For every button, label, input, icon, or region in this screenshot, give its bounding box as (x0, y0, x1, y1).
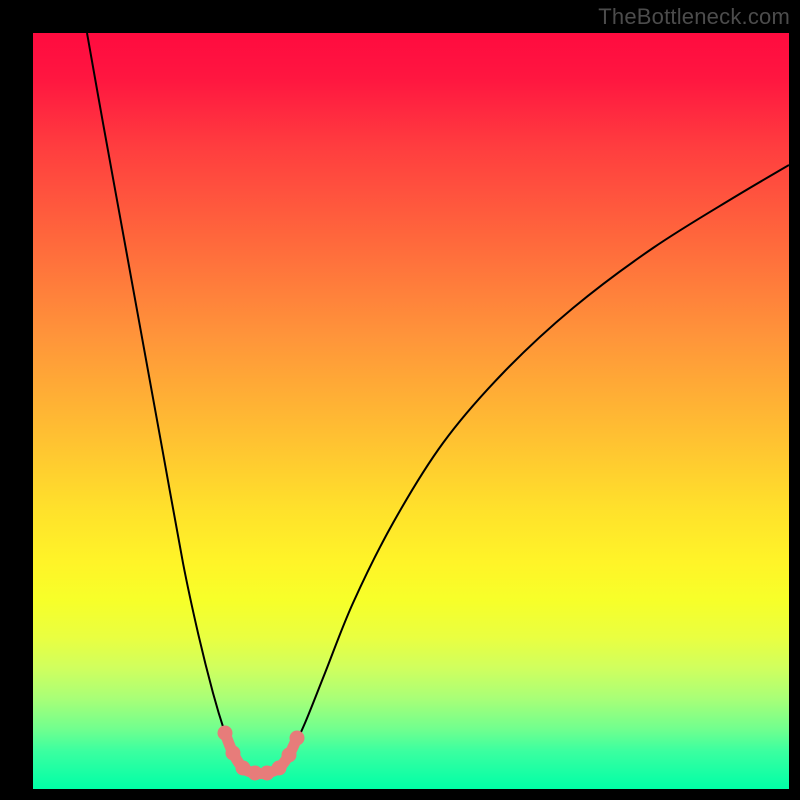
curve-left-branch (87, 33, 245, 771)
valley-marker-dot (218, 726, 233, 741)
valley-marker-dot (282, 748, 297, 763)
valley-marker-dot (226, 746, 241, 761)
plot-area (33, 33, 789, 789)
watermark-label: TheBottleneck.com (598, 4, 790, 30)
plot-overlay-svg (33, 33, 789, 789)
valley-marker-dots (218, 726, 305, 781)
valley-marker-dot (290, 731, 305, 746)
chart-root: TheBottleneck.com (0, 0, 800, 800)
valley-marker-dot (272, 761, 287, 776)
curve-right-branch (281, 165, 789, 771)
